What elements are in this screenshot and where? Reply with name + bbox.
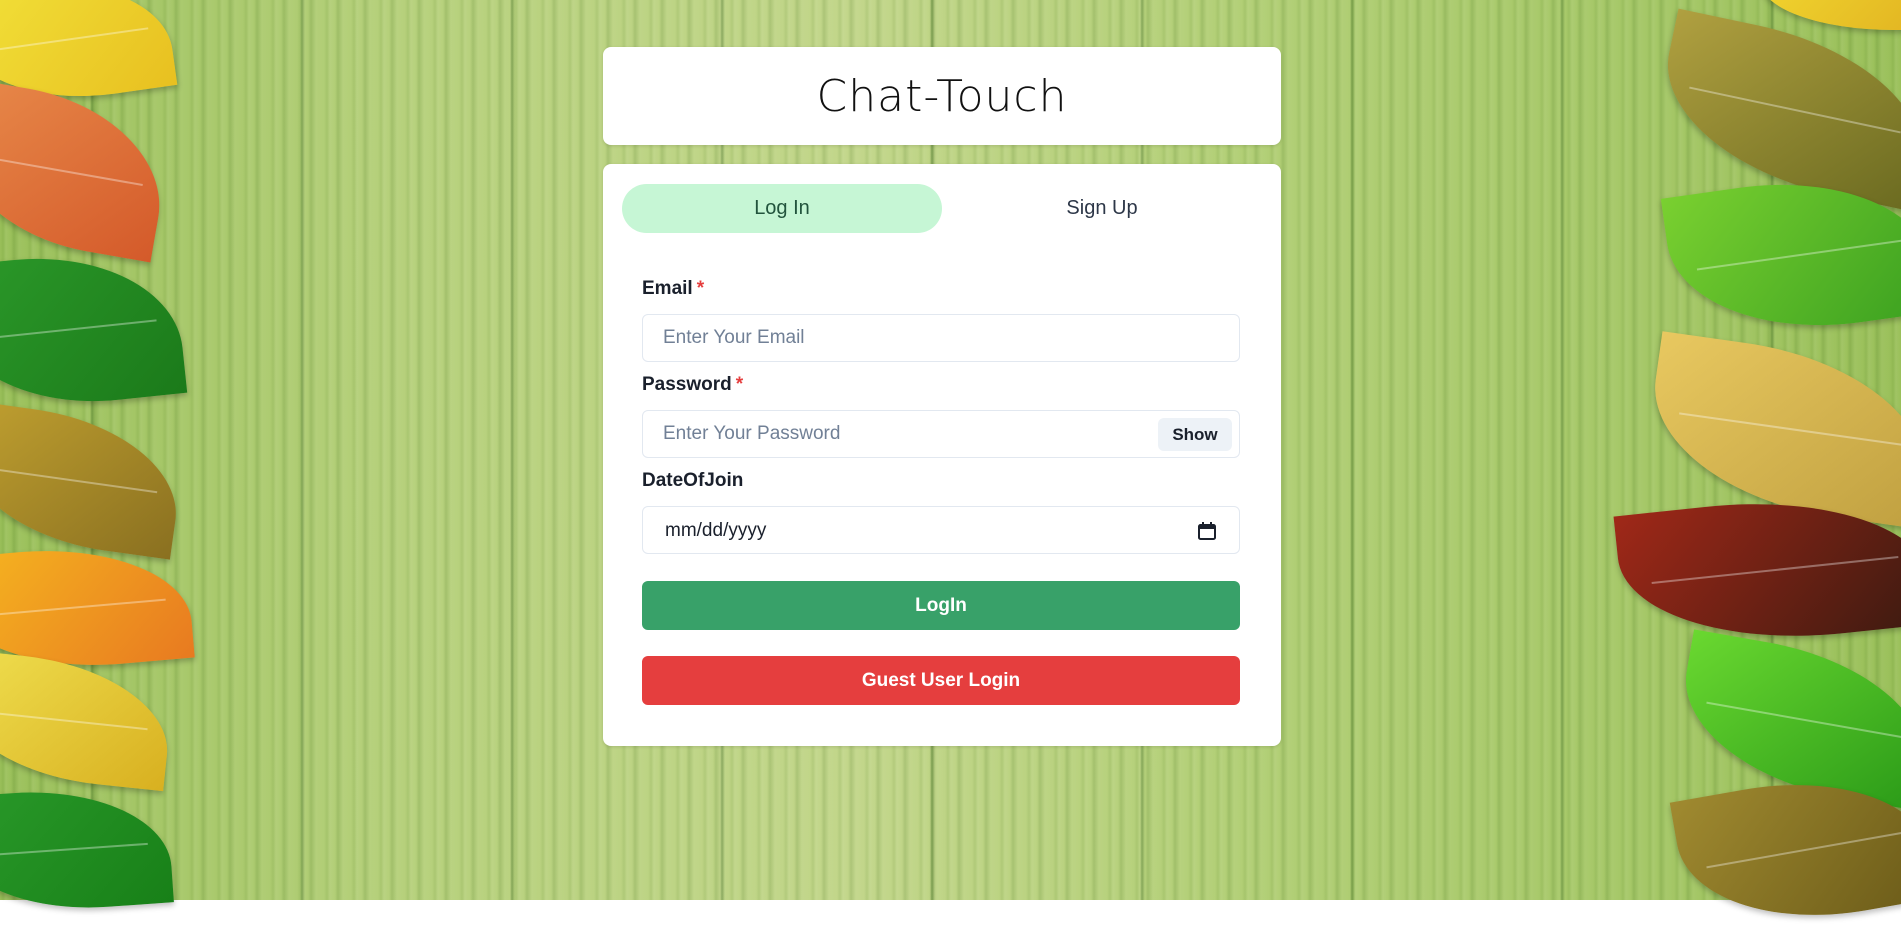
login-button[interactable]: LogIn: [642, 581, 1240, 630]
app-title: Chat-Touch: [816, 70, 1068, 122]
auth-tabs: Log In Sign Up: [622, 184, 1262, 233]
show-password-button[interactable]: Show: [1158, 418, 1232, 451]
auth-form-card: Log In Sign Up Email* Password* Show Dat…: [603, 164, 1281, 746]
date-of-join-label: DateOfJoin: [642, 470, 744, 491]
email-field: [642, 314, 1240, 362]
email-label-text: Email: [642, 278, 693, 299]
tab-log-in[interactable]: Log In: [622, 184, 942, 233]
tab-sign-up[interactable]: Sign Up: [942, 184, 1262, 233]
password-field: Show: [642, 410, 1240, 458]
password-required-mark: *: [735, 374, 744, 395]
email-required-mark: *: [696, 278, 705, 299]
email-label: Email *: [642, 278, 704, 300]
date-of-join-value: mm/dd/yyyy: [665, 520, 767, 541]
email-input[interactable]: [643, 315, 1239, 361]
password-input[interactable]: [643, 411, 1239, 457]
guest-login-button[interactable]: Guest User Login: [642, 656, 1240, 705]
password-label: Password *: [642, 374, 743, 396]
app-header-card: Chat-Touch: [603, 47, 1281, 145]
password-label-text: Password: [642, 374, 732, 395]
date-of-join-field[interactable]: mm/dd/yyyy: [642, 506, 1240, 554]
calendar-icon[interactable]: [1197, 521, 1217, 541]
